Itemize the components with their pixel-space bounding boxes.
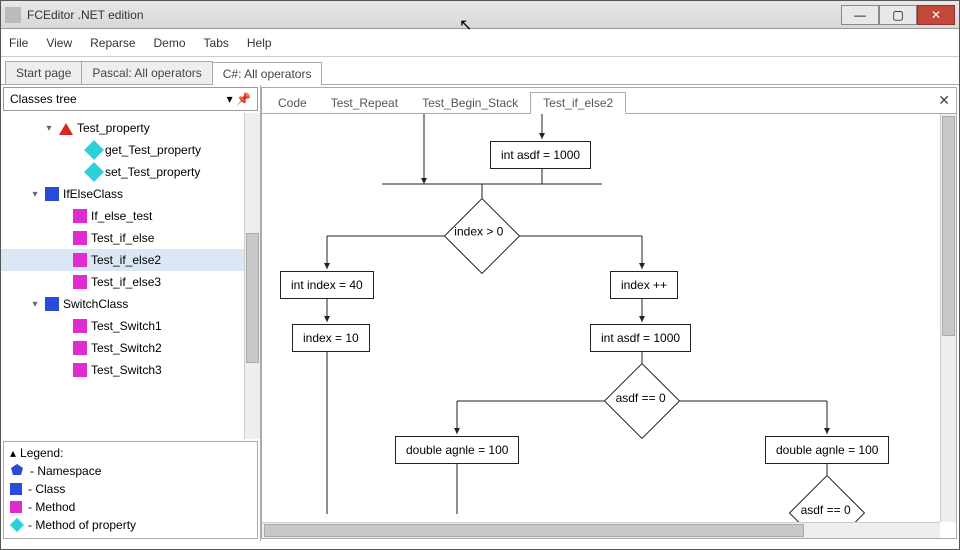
legend: ▴ Legend: - Namespace - Class - Method - … [3,441,258,539]
magenta-sq-icon [73,209,87,223]
tree-node-label: Test_if_else3 [91,275,161,289]
main-panel: Code Test_Repeat Test_Begin_Stack Test_i… [261,87,957,539]
menu-bar: File View Reparse Demo Tabs Help [1,29,959,57]
magenta-sq-icon [73,231,87,245]
tree-node-switchclass[interactable]: ▾ SwitchClass [1,293,260,315]
flow-node-init-asdf2[interactable]: int asdf = 1000 [590,324,691,352]
subtab-test-if-else2[interactable]: Test_if_else2 [530,92,626,114]
flow-node-angle-right[interactable]: double agnle = 100 [765,436,889,464]
tree-node-label: IfElseClass [63,187,123,201]
title-bar: FCEditor .NET edition ↖ — ▢ ✕ [1,1,959,29]
minimize-button[interactable]: — [841,5,879,25]
collapse-icon[interactable]: ▴ [10,446,16,460]
tree-scrollbar[interactable] [244,113,260,439]
close-button[interactable]: ✕ [917,5,955,25]
tree-node-test-if-else2[interactable]: Test_if_else2 [1,249,260,271]
magenta-sq-icon [73,363,87,377]
tree-node-test-if-else3[interactable]: Test_if_else3 [1,271,260,293]
tree-node-if-else-test[interactable]: If_else_test [1,205,260,227]
menu-view[interactable]: View [46,36,72,50]
legend-class: - Class [28,482,65,496]
cyan-diamond-icon [84,140,104,160]
tree-node-ifelseclass[interactable]: ▾ IfElseClass [1,183,260,205]
subtab-test-begin-stack[interactable]: Test_Begin_Stack [410,93,530,113]
tree-node-label: Test_property [77,121,150,135]
canvas-scrollbar-vertical[interactable] [940,114,956,522]
pin-icon[interactable]: 📌 [236,92,251,106]
tab-start-page[interactable]: Start page [5,61,82,84]
tree-node-test-switch1[interactable]: Test_Switch1 [1,315,260,337]
tree-node-test-if-else[interactable]: Test_if_else [1,227,260,249]
menu-tabs[interactable]: Tabs [204,36,229,50]
blue-sq-icon [45,187,59,201]
maximize-button[interactable]: ▢ [879,5,917,25]
sidebar: Classes tree ▾ 📌 ▾ Test_property get_Test_… [1,85,261,541]
method-icon [10,501,22,513]
sidebar-title: Classes tree [10,92,77,106]
tree-node-label: Test_if_else2 [91,253,161,267]
flowchart-canvas[interactable]: int asdf = 1000 index > 0 int index = 40… [262,114,956,538]
tree-node-label: Test_Switch3 [91,363,162,377]
document-tabs: Start page Pascal: All operators C#: All… [1,57,959,85]
legend-namespace: - Namespace [30,464,101,478]
red-tri-icon [59,121,73,135]
flow-node-angle-left[interactable]: double agnle = 100 [395,436,519,464]
magenta-sq-icon [73,275,87,289]
blue-sq-icon [45,297,59,311]
app-icon [5,7,21,23]
tree-node-test-switch3[interactable]: Test_Switch3 [1,359,260,381]
tree-node-label: set_Test_property [105,165,200,179]
cyan-diamond-icon [84,162,104,182]
tree-node-label: Test_Switch2 [91,341,162,355]
canvas-scrollbar-horizontal[interactable] [262,522,940,538]
subtab-test-repeat[interactable]: Test_Repeat [319,93,410,113]
close-tab-icon[interactable]: ✕ [938,92,950,109]
flow-node-init-asdf[interactable]: int asdf = 1000 [490,141,591,169]
magenta-sq-icon [73,253,87,267]
flow-node-inc-index[interactable]: index ++ [610,271,678,299]
menu-help[interactable]: Help [247,36,272,50]
tab-csharp[interactable]: C#: All operators [212,62,323,85]
menu-reparse[interactable]: Reparse [90,36,135,50]
class-icon [10,483,22,495]
classes-tree: ▾ Test_property get_Test_property set_Test_… [1,113,260,439]
window-title: FCEditor .NET edition [27,8,841,22]
tree-node-label: get_Test_property [105,143,201,157]
tree-expander-icon[interactable]: ▾ [43,123,55,134]
legend-title: Legend: [20,446,63,460]
tree-node-set-test-property[interactable]: set_Test_property [1,161,260,183]
flow-node-init-index[interactable]: int index = 40 [280,271,374,299]
tree-node-label: SwitchClass [63,297,128,311]
subtab-code[interactable]: Code [266,93,319,113]
tree-node-test-property[interactable]: ▾ Test_property [1,117,260,139]
dropdown-icon[interactable]: ▾ [227,92,233,106]
magenta-sq-icon [73,341,87,355]
magenta-sq-icon [73,319,87,333]
tree-expander-icon[interactable]: ▾ [29,299,41,310]
sidebar-header: Classes tree ▾ 📌 [3,87,258,111]
flow-node-assign-index[interactable]: index = 10 [292,324,370,352]
tree-node-label: If_else_test [91,209,152,223]
tree-node-label: Test_Switch1 [91,319,162,333]
menu-demo[interactable]: Demo [154,36,186,50]
tree-node-get-test-property[interactable]: get_Test_property [1,139,260,161]
namespace-icon [10,463,24,480]
tab-pascal[interactable]: Pascal: All operators [81,61,212,84]
menu-file[interactable]: File [9,36,28,50]
property-method-icon [10,518,24,532]
sub-tabs: Code Test_Repeat Test_Begin_Stack Test_i… [262,88,956,114]
tree-node-label: Test_if_else [91,231,154,245]
legend-method: - Method [28,500,75,514]
tree-expander-icon[interactable]: ▾ [29,189,41,200]
tree-node-test-switch2[interactable]: Test_Switch2 [1,337,260,359]
legend-property: - Method of property [28,518,136,532]
